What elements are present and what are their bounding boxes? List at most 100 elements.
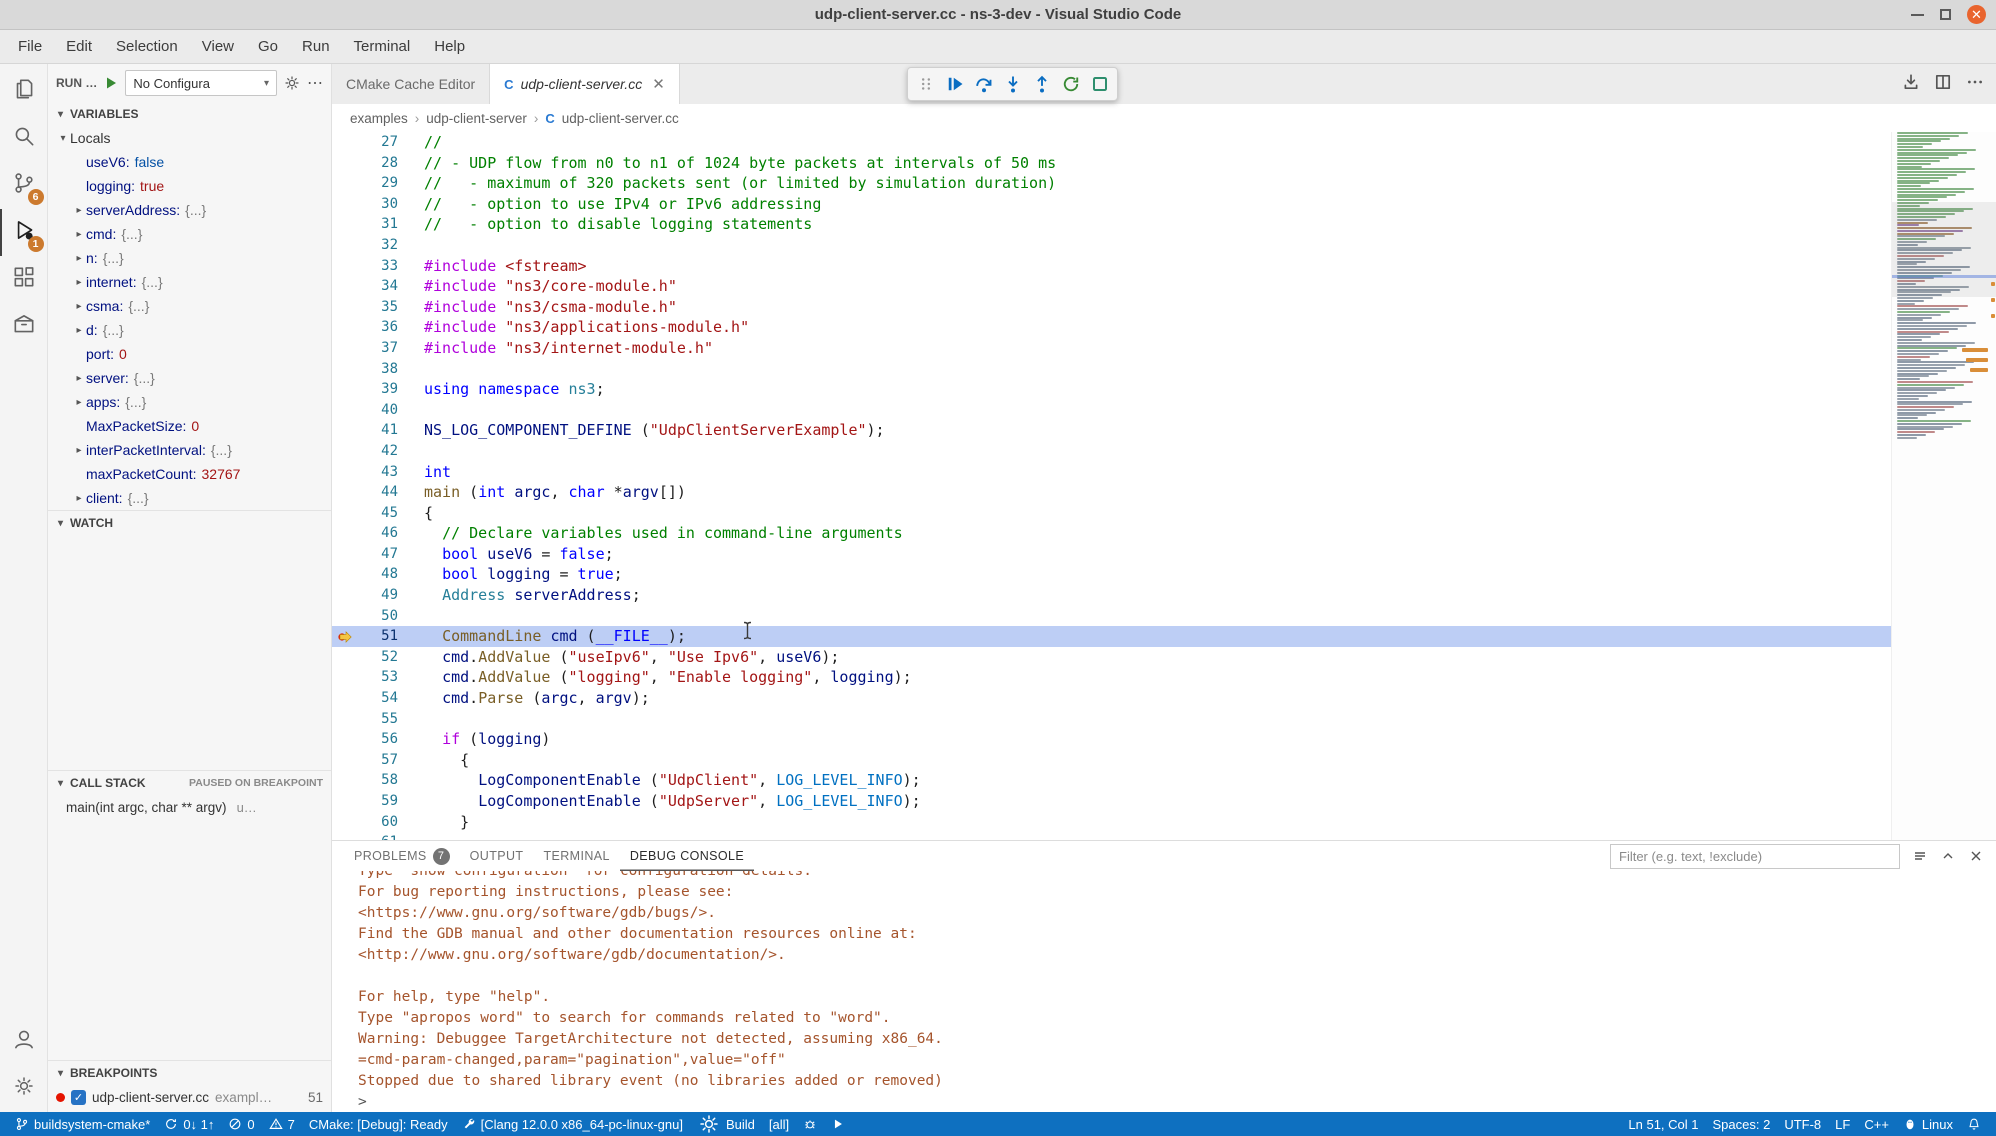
code-line[interactable]: 36#include "ns3/applications-module.h" bbox=[332, 317, 1891, 338]
download-icon[interactable] bbox=[1902, 73, 1920, 96]
close-icon[interactable]: ✕ bbox=[1967, 5, 1986, 24]
code-line[interactable]: 40 bbox=[332, 400, 1891, 421]
status-cmake-status[interactable]: CMake: [Debug]: Ready bbox=[302, 1112, 455, 1136]
variable-row[interactable]: ▸serverAddress:{...} bbox=[48, 198, 331, 222]
gear-icon[interactable] bbox=[283, 74, 301, 92]
menu-terminal[interactable]: Terminal bbox=[342, 30, 423, 63]
breadcrumb-item[interactable]: udp-client-server.cc bbox=[562, 111, 679, 126]
split-editor-icon[interactable] bbox=[1934, 73, 1952, 96]
activity-search[interactable] bbox=[0, 115, 48, 162]
status-cursor-position[interactable]: Ln 51, Col 1 bbox=[1621, 1112, 1705, 1136]
menu-run[interactable]: Run bbox=[290, 30, 342, 63]
code-line[interactable]: 50 bbox=[332, 606, 1891, 627]
watch-header[interactable]: ▾ WATCH bbox=[48, 511, 331, 535]
minimize-icon[interactable] bbox=[1911, 14, 1924, 16]
menu-file[interactable]: File bbox=[6, 30, 54, 63]
variable-row[interactable]: maxPacketCount:32767 bbox=[48, 462, 331, 486]
code-line[interactable]: 35#include "ns3/csma-module.h" bbox=[332, 297, 1891, 318]
panel-tab-debug-console[interactable]: DEBUG CONSOLE bbox=[620, 841, 754, 871]
variable-row[interactable]: ▸internet:{...} bbox=[48, 270, 331, 294]
code-line[interactable]: 57 { bbox=[332, 750, 1891, 771]
variable-row[interactable]: ▸csma:{...} bbox=[48, 294, 331, 318]
panel-tab-output[interactable]: OUTPUT bbox=[460, 841, 534, 871]
code-line[interactable]: 30// - option to use IPv4 or IPv6 addres… bbox=[332, 194, 1891, 215]
code-line[interactable]: 54 cmd.Parse (argc, argv); bbox=[332, 688, 1891, 709]
code-line[interactable]: 56 if (logging) bbox=[332, 729, 1891, 750]
code-line[interactable]: 48 bool logging = true; bbox=[332, 564, 1891, 585]
status-error-count[interactable]: 0 bbox=[221, 1112, 261, 1136]
menu-view[interactable]: View bbox=[190, 30, 246, 63]
code-line[interactable]: 59 LogComponentEnable ("UdpServer", LOG_… bbox=[332, 791, 1891, 812]
variable-row[interactable]: ▸client:{...} bbox=[48, 486, 331, 510]
editor-tab[interactable]: CMake Cache Editor bbox=[332, 64, 490, 104]
code-line[interactable]: 38 bbox=[332, 359, 1891, 380]
status-indentation[interactable]: Spaces: 2 bbox=[1706, 1112, 1778, 1136]
activity-run-and-debug[interactable]: 1 bbox=[0, 209, 48, 256]
menu-go[interactable]: Go bbox=[246, 30, 290, 63]
code-line[interactable]: 39using namespace ns3; bbox=[332, 379, 1891, 400]
status-cmake-launch[interactable] bbox=[824, 1112, 852, 1136]
close-tab-icon[interactable]: ✕ bbox=[652, 75, 665, 93]
code-line[interactable]: 33#include <fstream> bbox=[332, 256, 1891, 277]
code-line[interactable]: 55 bbox=[332, 709, 1891, 730]
breadcrumb-item[interactable]: udp-client-server bbox=[426, 111, 527, 126]
variables-scope[interactable]: ▾Locals bbox=[48, 126, 331, 150]
code-editor[interactable]: 27//28// - UDP flow from n0 to n1 of 102… bbox=[332, 132, 1996, 840]
breadcrumb-item[interactable]: examples bbox=[350, 111, 408, 126]
code-line[interactable]: 52 cmd.AddValue ("useIpv6", "Use Ipv6", … bbox=[332, 647, 1891, 668]
more-actions-icon[interactable] bbox=[1966, 73, 1984, 96]
code-line[interactable]: 60 } bbox=[332, 812, 1891, 833]
status-cmake-debug[interactable] bbox=[796, 1112, 824, 1136]
minimap-slider[interactable] bbox=[1892, 202, 1996, 297]
status-notifications[interactable] bbox=[1960, 1112, 1988, 1136]
menu-help[interactable]: Help bbox=[422, 30, 477, 63]
maximize-icon[interactable] bbox=[1940, 9, 1951, 20]
menu-selection[interactable]: Selection bbox=[104, 30, 190, 63]
code-line[interactable]: 37#include "ns3/internet-module.h" bbox=[332, 338, 1891, 359]
code-line[interactable]: 32 bbox=[332, 235, 1891, 256]
maximize-panel-icon[interactable] bbox=[1940, 848, 1956, 864]
variable-row[interactable]: port:0 bbox=[48, 342, 331, 366]
code-line[interactable]: 27// bbox=[332, 132, 1891, 153]
status-os-indicator[interactable]: Linux bbox=[1896, 1112, 1960, 1136]
code-line[interactable]: 43int bbox=[332, 462, 1891, 483]
code-line[interactable]: 46 // Declare variables used in command-… bbox=[332, 523, 1891, 544]
more-actions-icon[interactable]: ⋯ bbox=[307, 73, 323, 93]
variables-header[interactable]: ▾ VARIABLES bbox=[48, 102, 331, 126]
step-over-button[interactable] bbox=[970, 71, 997, 98]
status-warning-count[interactable]: 7 bbox=[262, 1112, 302, 1136]
status-cmake-kit[interactable]: [Clang 12.0.0 x86_64-pc-linux-gnu] bbox=[455, 1112, 690, 1136]
filter-input[interactable] bbox=[1610, 844, 1900, 869]
panel-tab-terminal[interactable]: TERMINAL bbox=[533, 841, 619, 871]
code-line[interactable]: 41NS_LOG_COMPONENT_DEFINE ("UdpClientSer… bbox=[332, 420, 1891, 441]
code-line[interactable]: 58 LogComponentEnable ("UdpClient", LOG_… bbox=[332, 770, 1891, 791]
call-stack-header[interactable]: ▾ CALL STACK PAUSED ON BREAKPOINT bbox=[48, 771, 331, 795]
code-line[interactable]: 47 bool useV6 = false; bbox=[332, 544, 1891, 565]
activity-extensions[interactable] bbox=[0, 256, 48, 303]
code-line[interactable]: 29// - maximum of 320 packets sent (or l… bbox=[332, 173, 1891, 194]
variable-row[interactable]: ▸apps:{...} bbox=[48, 390, 331, 414]
variable-row[interactable]: ▸n:{...} bbox=[48, 246, 331, 270]
variable-row[interactable]: ▸server:{...} bbox=[48, 366, 331, 390]
variable-row[interactable]: ▸cmd:{...} bbox=[48, 222, 331, 246]
code-line[interactable]: 45{ bbox=[332, 503, 1891, 524]
filter-menu-icon[interactable] bbox=[1912, 848, 1928, 864]
debug-config-select[interactable]: No Configura ▾ bbox=[125, 70, 277, 96]
activity-accounts[interactable] bbox=[0, 1018, 48, 1065]
debug-console-output[interactable]: Type "show configuration" for configurat… bbox=[332, 871, 1996, 1112]
status-cmake-target[interactable]: [all] bbox=[762, 1112, 796, 1136]
code-line[interactable]: 42 bbox=[332, 441, 1891, 462]
code-line[interactable]: 34#include "ns3/core-module.h" bbox=[332, 276, 1891, 297]
variable-row[interactable]: ▸d:{...} bbox=[48, 318, 331, 342]
step-out-button[interactable] bbox=[1028, 71, 1055, 98]
status-git-sync[interactable]: 0↓ 1↑ bbox=[157, 1112, 221, 1136]
activity-explorer[interactable] bbox=[0, 68, 48, 115]
activity-settings[interactable] bbox=[0, 1065, 48, 1112]
code-line[interactable]: 28// - UDP flow from n0 to n1 of 1024 by… bbox=[332, 153, 1891, 174]
stop-button[interactable] bbox=[1086, 71, 1113, 98]
activity-cmake[interactable] bbox=[0, 303, 48, 350]
activity-source-control[interactable]: 6 bbox=[0, 162, 48, 209]
code-line[interactable]: 51 CommandLine cmd (__FILE__); bbox=[332, 626, 1891, 647]
continue-button[interactable] bbox=[941, 71, 968, 98]
variable-row[interactable]: useV6:false bbox=[48, 150, 331, 174]
